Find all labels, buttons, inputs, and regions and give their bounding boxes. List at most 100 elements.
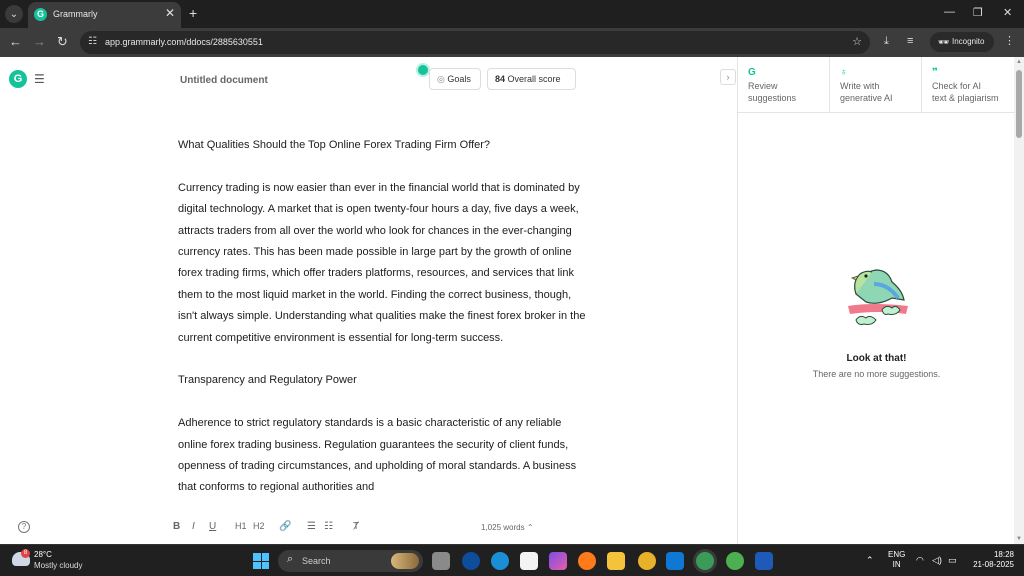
empty-state-title: Look at that! bbox=[846, 353, 907, 364]
hp-app-icon[interactable] bbox=[462, 552, 480, 570]
tab-label: suggestions bbox=[748, 93, 797, 103]
menu-icon[interactable]: ☰ bbox=[34, 72, 45, 86]
bookmark-star-icon[interactable]: ☆ bbox=[852, 35, 862, 48]
copilot-icon[interactable] bbox=[549, 552, 567, 570]
numbered-list-icon[interactable]: ☰ bbox=[307, 521, 316, 532]
goals-label: Goals bbox=[447, 74, 471, 84]
temperature[interactable]: 28°C bbox=[34, 550, 52, 559]
overall-score-value: 84 bbox=[495, 74, 506, 84]
search-placeholder: Search bbox=[302, 556, 331, 566]
quote-icon: ❞ bbox=[932, 67, 938, 78]
scroll-thumb[interactable] bbox=[1016, 70, 1022, 138]
bird-illustration-icon bbox=[848, 269, 908, 325]
bold-button[interactable]: B bbox=[173, 521, 180, 532]
forward-icon[interactable]: → bbox=[33, 34, 46, 49]
tab-search-icon[interactable]: ⌄ bbox=[5, 5, 23, 23]
incognito-icon: 🕶 bbox=[938, 37, 950, 47]
clear-format-icon[interactable]: Ⱦ bbox=[353, 521, 359, 532]
browser-tab[interactable]: G Grammarly ✕ bbox=[28, 2, 181, 28]
empty-state-subtitle: There are no more suggestions. bbox=[812, 369, 941, 379]
italic-button[interactable]: I bbox=[192, 521, 195, 532]
scroll-down-icon[interactable]: ▼ bbox=[1016, 536, 1022, 542]
doc-paragraph: Currency trading is now easier than ever… bbox=[178, 181, 586, 344]
store-icon[interactable] bbox=[520, 552, 538, 570]
tab-ai-plagiarism[interactable]: ❞ Check for AI text & plagiarism bbox=[922, 57, 1015, 113]
tab-close-icon[interactable]: ✕ bbox=[165, 6, 175, 20]
firefox-icon[interactable] bbox=[578, 552, 596, 570]
collapse-sidebar-icon[interactable]: › bbox=[720, 69, 736, 85]
media-icon[interactable]: ≡ bbox=[907, 35, 913, 47]
scroll-up-icon[interactable]: ▲ bbox=[1016, 59, 1022, 65]
time: 18:28 bbox=[993, 550, 1014, 559]
battery-icon[interactable]: ▭ bbox=[948, 555, 957, 566]
chrome-profile-icon[interactable] bbox=[726, 552, 744, 570]
download-icon[interactable]: ⤓ bbox=[884, 35, 889, 48]
weather-badge: 8 bbox=[21, 549, 30, 558]
url-text[interactable]: app.grammarly.com/ddocs/2885630551 bbox=[105, 37, 263, 47]
sticky-app-icon[interactable] bbox=[638, 552, 656, 570]
windows-taskbar: 8 28°C Mostly cloudy ⌕ Search ⌃ ENG IN ◠… bbox=[0, 544, 1024, 576]
task-view-icon[interactable] bbox=[432, 552, 450, 570]
tab-generative-ai[interactable]: ♁ Write with generative AI bbox=[830, 57, 922, 113]
link-icon[interactable]: 🔗 bbox=[279, 521, 291, 532]
page-scrollbar[interactable]: ▲ ▼ bbox=[1014, 57, 1024, 544]
tab-label: text & plagiarism bbox=[932, 93, 999, 103]
suggestions-sidebar: G Review suggestions ♁ Write with genera… bbox=[737, 57, 1015, 544]
incognito-indicator[interactable]: 🕶 Incognito bbox=[930, 32, 994, 52]
volume-icon[interactable]: ◁) bbox=[932, 555, 942, 566]
chrome-icon[interactable] bbox=[696, 552, 714, 570]
search-icon: ⌕ bbox=[287, 553, 294, 565]
search-highlight-icon bbox=[391, 553, 419, 569]
windows-start-icon[interactable] bbox=[253, 553, 269, 569]
outlook-icon[interactable] bbox=[666, 552, 684, 570]
browser-toolbar: ← → ↻ ☷ app.grammarly.com/ddocs/28856305… bbox=[0, 28, 1024, 57]
status-dot-icon bbox=[418, 65, 428, 75]
doc-heading: What Qualities Should the Top Online For… bbox=[178, 139, 491, 151]
incognito-label: Incognito bbox=[952, 37, 985, 46]
tab-review-suggestions[interactable]: G Review suggestions bbox=[738, 57, 830, 113]
tray-chevron-icon[interactable]: ⌃ bbox=[866, 555, 874, 566]
minimize-icon[interactable]: — bbox=[944, 6, 955, 18]
doc-paragraph: Adherence to strict regulatory standards… bbox=[178, 417, 577, 494]
goals-icon: ◎ bbox=[437, 74, 448, 84]
edge-icon[interactable] bbox=[491, 552, 509, 570]
help-icon[interactable]: ? bbox=[18, 521, 30, 533]
wifi-icon[interactable]: ◠ bbox=[916, 555, 924, 566]
overall-score-button[interactable]: 84 Overall score bbox=[487, 68, 576, 90]
tab-label: Review bbox=[748, 81, 778, 91]
language-label: ENG bbox=[888, 550, 906, 559]
tab-title: Grammarly bbox=[53, 9, 98, 19]
doc-heading: Transparency and Regulatory Power bbox=[178, 374, 357, 387]
back-icon[interactable]: ← bbox=[9, 34, 22, 49]
grammarly-logo-icon[interactable]: G bbox=[9, 70, 27, 88]
date: 21-08-2025 bbox=[973, 560, 1014, 569]
file-explorer-icon[interactable] bbox=[607, 552, 625, 570]
screen: ⌄ G Grammarly ✕ + — ❐ ✕ ← → ↻ ☷ app.gram… bbox=[0, 0, 1024, 576]
tab-label: Check for AI bbox=[932, 81, 982, 91]
taskbar-search[interactable]: ⌕ Search bbox=[278, 550, 423, 572]
address-bar[interactable]: ☷ app.grammarly.com/ddocs/2885630551 ☆ bbox=[80, 31, 870, 54]
grammarly-app: G ☰ Untitled document ◎ Goals 84 Overall… bbox=[0, 57, 1024, 544]
heading1-button[interactable]: H1 bbox=[235, 521, 247, 531]
clock[interactable]: 18:28 21-08-2025 bbox=[968, 550, 1014, 570]
reload-icon[interactable]: ↻ bbox=[57, 34, 68, 50]
document-title[interactable]: Untitled document bbox=[180, 75, 268, 86]
window-close-icon[interactable]: ✕ bbox=[1003, 6, 1012, 19]
restore-icon[interactable]: ❐ bbox=[973, 6, 983, 19]
site-info-icon[interactable]: ☷ bbox=[88, 36, 97, 47]
weather-condition[interactable]: Mostly cloudy bbox=[34, 561, 82, 570]
tab-label: generative AI bbox=[840, 93, 893, 103]
grammarly-favicon-icon: G bbox=[34, 8, 47, 21]
heading2-button[interactable]: H2 bbox=[253, 521, 265, 531]
document-editor[interactable]: What Qualities Should the Top Online For… bbox=[178, 135, 588, 512]
overall-score-label: Overall score bbox=[507, 74, 561, 84]
tab-label: Write with bbox=[840, 81, 880, 91]
goals-button[interactable]: ◎ Goals bbox=[429, 68, 481, 90]
language-indicator[interactable]: ENG IN bbox=[888, 550, 905, 570]
new-tab-button[interactable]: + bbox=[189, 5, 197, 21]
word-count[interactable]: 1,025 words ⌃ bbox=[481, 523, 534, 532]
browser-menu-icon[interactable]: ⋮ bbox=[1004, 34, 1015, 47]
underline-button[interactable]: U bbox=[209, 521, 216, 532]
bulleted-list-icon[interactable]: ☷ bbox=[324, 521, 333, 532]
word-icon[interactable] bbox=[755, 552, 773, 570]
